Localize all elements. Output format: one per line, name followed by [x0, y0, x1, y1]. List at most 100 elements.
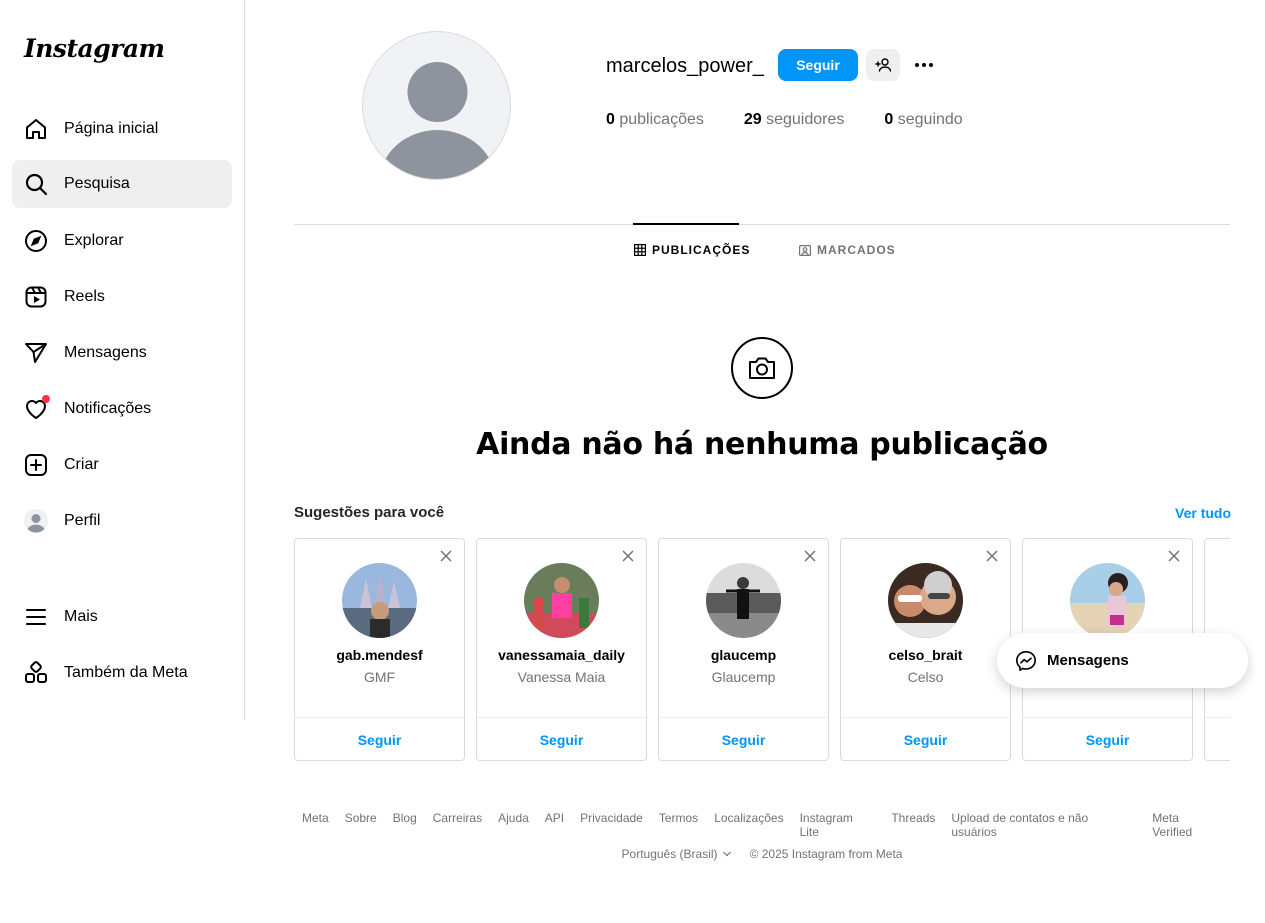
- profile-stats: 0 publicações 29 seguidores 0 seguindo: [606, 111, 1003, 129]
- active-tab-indicator: [633, 223, 739, 225]
- reels-icon: [24, 285, 48, 309]
- sidebar-item-label: Também da Meta: [64, 664, 188, 681]
- suggestion-username[interactable]: glaucemp: [659, 647, 828, 663]
- profile-avatar[interactable]: [362, 31, 511, 180]
- suggestions-title: Sugestões para você: [294, 504, 445, 521]
- sidebar-item-meta[interactable]: Também da Meta: [12, 649, 232, 697]
- sidebar-item-messages[interactable]: Mensagens: [12, 329, 232, 377]
- suggestion-fullname: Celso: [907, 669, 944, 685]
- card-divider: [477, 717, 646, 718]
- following-stat[interactable]: 0 seguindo: [884, 111, 962, 129]
- suggestion-fullname: Glaucemp: [711, 669, 776, 685]
- tab-tagged-label: MARCADOS: [817, 243, 896, 257]
- footer-link[interactable]: Localizações: [714, 811, 783, 839]
- sidebar-item-more[interactable]: Mais: [12, 593, 232, 641]
- follow-suggestion-button[interactable]: Seguir: [841, 732, 1010, 748]
- empty-state-title: Ainda não há nenhuma publicação: [476, 427, 1048, 462]
- footer-link[interactable]: Upload de contatos e não usuários: [951, 811, 1136, 839]
- suggestion-username[interactable]: celso_brait: [841, 647, 1010, 663]
- follow-suggestion-button[interactable]: Seguir: [295, 732, 464, 748]
- follow-suggestion-button[interactable]: Seguir: [477, 732, 646, 748]
- footer-link[interactable]: Termos: [659, 811, 698, 839]
- language-selector[interactable]: Português (Brasil): [622, 847, 732, 861]
- language-label: Português (Brasil): [621, 847, 718, 861]
- footer-link[interactable]: Privacidade: [580, 811, 643, 839]
- close-icon[interactable]: [802, 548, 818, 564]
- see-all-link[interactable]: Ver tudo: [1175, 505, 1231, 521]
- grid-icon: [634, 244, 646, 256]
- sidebar-item-notifications[interactable]: Notificações: [12, 385, 232, 433]
- sidebar-item-label: Mais: [64, 608, 98, 625]
- posts-label: publicações: [619, 111, 704, 128]
- close-icon[interactable]: [620, 548, 636, 564]
- heart-icon: [24, 395, 50, 421]
- card-divider: [1205, 717, 1230, 718]
- add-user-icon: [875, 57, 891, 73]
- suggestion-card: glaucemp Glaucemp Seguir: [658, 538, 829, 761]
- suggestion-avatar[interactable]: [524, 563, 599, 638]
- card-divider: [841, 717, 1010, 718]
- send-icon: [24, 341, 48, 365]
- sidebar-item-create[interactable]: Criar: [12, 441, 232, 489]
- tagged-icon: [799, 244, 811, 256]
- footer-link[interactable]: Carreiras: [433, 811, 482, 839]
- close-icon[interactable]: [438, 548, 454, 564]
- footer-link[interactable]: API: [545, 811, 564, 839]
- camera-icon: [731, 337, 793, 399]
- home-icon: [24, 117, 48, 141]
- search-icon: [24, 172, 48, 196]
- posts-count: 0: [606, 111, 615, 128]
- sidebar-item-label: Perfil: [64, 512, 101, 529]
- tabs-divider: [294, 224, 1230, 225]
- compass-icon: [24, 229, 48, 253]
- suggest-similar-button[interactable]: [866, 49, 900, 81]
- plus-square-icon: [24, 453, 48, 477]
- sidebar-item-explore[interactable]: Explorar: [12, 217, 232, 265]
- footer-link[interactable]: Threads: [891, 811, 935, 839]
- followers-stat[interactable]: 29 seguidores: [744, 111, 845, 129]
- sidebar-item-label: Reels: [64, 288, 105, 305]
- follow-button[interactable]: Seguir: [778, 49, 858, 81]
- footer-link[interactable]: Meta: [302, 811, 329, 839]
- suggestion-username[interactable]: gab.mendesf: [295, 647, 464, 663]
- notification-badge: [42, 395, 50, 403]
- sidebar-item-label: Explorar: [64, 232, 124, 249]
- sidebar-item-label: Pesquisa: [64, 175, 130, 192]
- close-icon[interactable]: [984, 548, 1000, 564]
- sidebar-item-label: Criar: [64, 456, 99, 473]
- sidebar-item-profile[interactable]: Perfil: [12, 497, 232, 545]
- tab-posts[interactable]: PUBLICAÇÕES: [634, 243, 750, 257]
- suggestion-fullname: Vanessa Maia: [517, 669, 606, 685]
- sidebar: Instagram Página inicial Pesquisa Explor…: [0, 0, 245, 720]
- sidebar-item-label: Mensagens: [64, 344, 147, 361]
- sidebar-item-search[interactable]: Pesquisa: [12, 160, 232, 208]
- suggestion-avatar[interactable]: [888, 563, 963, 638]
- close-icon[interactable]: [1166, 548, 1182, 564]
- more-options-button[interactable]: [908, 49, 940, 81]
- followers-label: seguidores: [766, 111, 845, 128]
- sidebar-item-label: Notificações: [64, 400, 152, 417]
- footer-link[interactable]: Instagram Lite: [800, 811, 876, 839]
- card-divider: [1023, 717, 1192, 718]
- footer-link[interactable]: Sobre: [345, 811, 377, 839]
- footer-links: Meta Sobre Blog Carreiras Ajuda API Priv…: [294, 811, 1230, 839]
- profile-username: marcelos_power_: [606, 55, 764, 77]
- sidebar-item-home[interactable]: Página inicial: [12, 105, 232, 153]
- follow-suggestion-button[interactable]: Seguir: [1023, 732, 1192, 748]
- followers-count: 29: [743, 111, 762, 128]
- card-divider: [295, 717, 464, 718]
- tab-tagged[interactable]: MARCADOS: [799, 243, 896, 257]
- suggestion-username[interactable]: vanessamaia_daily: [477, 647, 646, 663]
- posts-stat: 0 publicações: [606, 111, 704, 129]
- footer-link[interactable]: Meta Verified: [1152, 811, 1222, 839]
- follow-suggestion-button[interactable]: Seguir: [659, 732, 828, 748]
- suggestion-avatar[interactable]: [1070, 563, 1145, 638]
- suggestion-avatar[interactable]: [342, 563, 417, 638]
- footer-link[interactable]: Blog: [393, 811, 417, 839]
- following-label: seguindo: [897, 111, 963, 128]
- footer-link[interactable]: Ajuda: [498, 811, 529, 839]
- suggestion-avatar[interactable]: [706, 563, 781, 638]
- messages-floating-button[interactable]: Mensagens: [997, 633, 1248, 688]
- instagram-logo[interactable]: Instagram: [24, 34, 165, 63]
- sidebar-item-reels[interactable]: Reels: [12, 273, 232, 321]
